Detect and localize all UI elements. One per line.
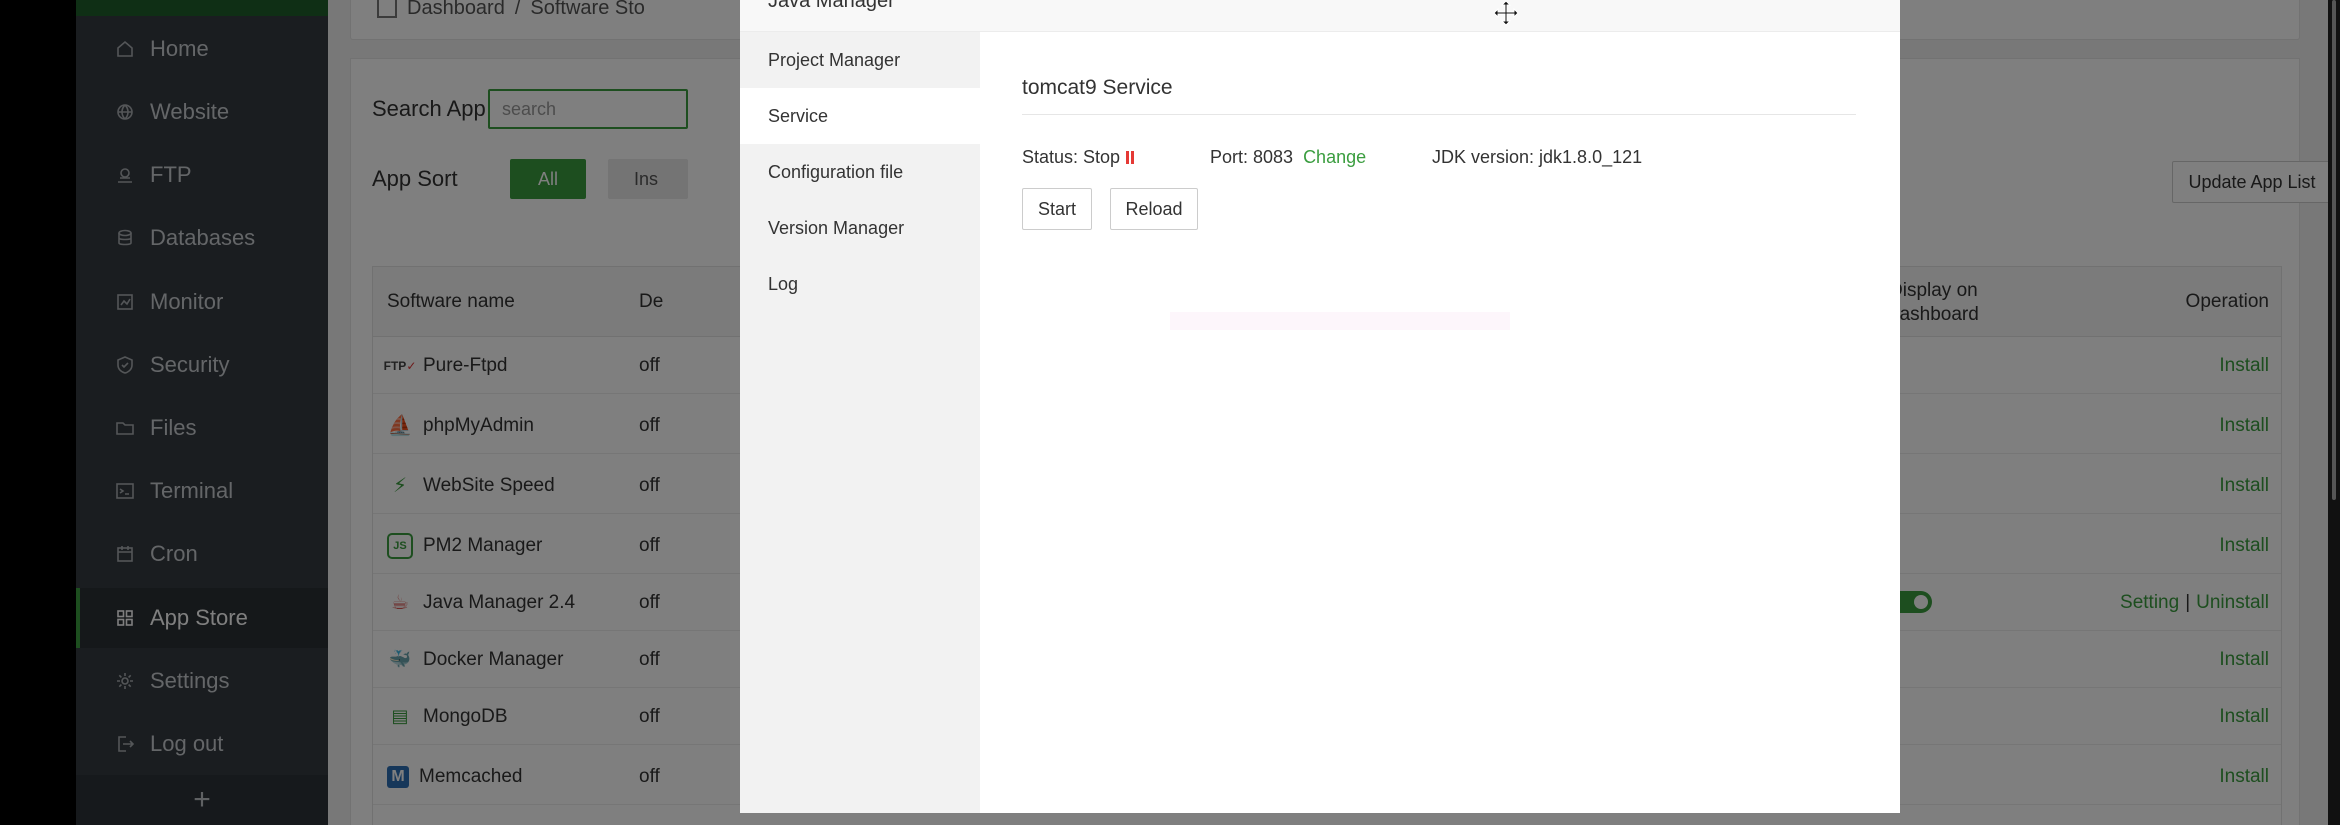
port-text: Port: 8083 <box>1210 147 1294 167</box>
reload-button[interactable]: Reload <box>1110 188 1198 230</box>
service-port: Port: 8083 Change <box>1210 147 1366 168</box>
status-text: Status: Stop <box>1022 147 1121 167</box>
jdk-version: JDK version: jdk1.8.0_121 <box>1432 147 1642 168</box>
java-manager-modal: Java Manager Project Manager Service Con… <box>740 0 1900 813</box>
tab-log[interactable]: Log <box>740 256 980 312</box>
service-panel: tomcat9 Service Status: Stop Port: 8083 … <box>980 32 1900 813</box>
modal-title: Java Manager <box>768 0 895 12</box>
tab-project-manager[interactable]: Project Manager <box>740 32 980 88</box>
stop-status-icon <box>1126 151 1137 164</box>
move-cursor-icon <box>1493 0 1519 26</box>
app-screen: Home Website FTP Databases Monitor Secur… <box>76 0 2340 825</box>
service-title: tomcat9 Service <box>1022 76 1173 99</box>
faint-highlight <box>1170 312 1510 330</box>
modal-header[interactable]: Java Manager <box>740 0 1900 32</box>
page-scrollbar[interactable] <box>2328 0 2340 825</box>
service-status: Status: Stop <box>1022 147 1137 168</box>
modal-tab-list: Project Manager Service Configuration fi… <box>740 32 980 813</box>
divider <box>1022 114 1856 115</box>
tab-service[interactable]: Service <box>740 88 980 144</box>
start-button[interactable]: Start <box>1022 188 1092 230</box>
scrollbar-thumb[interactable] <box>2332 0 2336 500</box>
change-port-link[interactable]: Change <box>1303 147 1366 168</box>
jdk-version-text: JDK version: jdk1.8.0_121 <box>1432 147 1643 167</box>
tab-configuration-file[interactable]: Configuration file <box>740 144 980 200</box>
tab-version-manager[interactable]: Version Manager <box>740 200 980 256</box>
